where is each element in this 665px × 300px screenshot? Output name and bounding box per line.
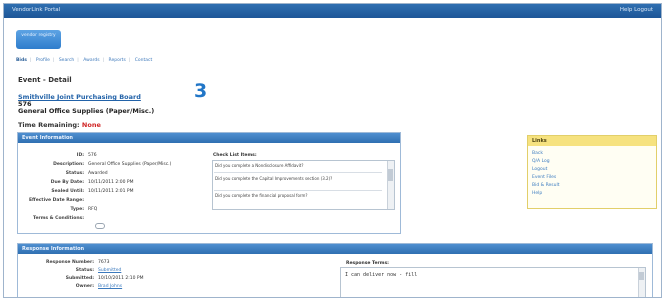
response-label-number: Response Number: <box>46 260 94 265</box>
nav-links: Bids | Profile | Search | Awards | Reports | … <box>16 58 153 63</box>
response-label-owner: Owner: <box>75 284 94 289</box>
time-remaining-label: Time Remaining: <box>18 121 80 129</box>
link-event-files[interactable]: Event Files <box>532 175 556 180</box>
link-qa-log[interactable]: Q/A Log <box>532 159 550 164</box>
agency-link[interactable]: Smithville Joint Purchasing Board <box>18 93 141 101</box>
field-label-terms: Terms & Conditions: <box>33 216 84 221</box>
response-terms-scrollbar[interactable] <box>638 268 645 297</box>
nav-link-search[interactable]: Search <box>59 58 74 63</box>
field-value-type: RFQ <box>88 207 98 212</box>
checklist-title: Check List Items: <box>213 153 257 158</box>
response-value-status[interactable]: Submitted <box>98 268 121 273</box>
vendor-registry-button[interactable]: vendor registry <box>16 30 61 49</box>
field-label-id: ID: <box>76 153 84 158</box>
response-value-owner[interactable]: Brad Johns <box>98 284 122 289</box>
link-bid-result[interactable]: Bid & Result <box>532 183 559 188</box>
response-information-header: Response Information <box>18 244 652 254</box>
event-name: General Office Supplies (Paper/Misc.) <box>18 107 155 115</box>
checklist-box[interactable]: Did you complete a Nondisclosure Affidav… <box>212 160 395 210</box>
checklist-scrollbar[interactable] <box>387 161 394 209</box>
response-label-submitted: Submitted: <box>65 276 94 281</box>
time-remaining: Time Remaining: None <box>18 121 101 129</box>
nav-link-reports[interactable]: Reports <box>109 58 126 63</box>
field-value-status: Awarded <box>88 171 108 176</box>
field-label-sealed-until: Sealed Until: <box>51 189 84 194</box>
field-label-status: Status: <box>65 171 84 176</box>
field-label-type: Type: <box>70 207 84 212</box>
link-help[interactable]: Help <box>532 191 542 196</box>
response-terms-text: I can deliver now - fill <box>345 272 418 278</box>
title-bar: VendorLink Portal Help Logout <box>4 4 661 18</box>
field-label-due-date: Due By Date: <box>50 180 84 185</box>
nav-link-contact[interactable]: Contact <box>135 58 153 63</box>
page-title: Event - Detail <box>18 76 72 84</box>
field-value-due-date: 10/11/2011 2:00 PM <box>88 180 134 185</box>
links-header: Links <box>528 136 656 146</box>
response-terms-textarea[interactable]: I can deliver now - fill <box>340 267 646 297</box>
nav-link-profile[interactable]: Profile <box>36 58 50 63</box>
checklist-item: Did you complete a Nondisclosure Affidav… <box>215 163 304 168</box>
link-back[interactable]: Back <box>532 151 543 156</box>
field-label-description: Description: <box>53 162 84 167</box>
response-label-status: Status: <box>75 268 94 273</box>
response-terms-title: Response Terms: <box>346 261 389 266</box>
page-frame: VendorLink Portal Help Logout vendor reg… <box>3 3 662 298</box>
event-information-panel: Event Information ID: 576 Description: G… <box>17 132 401 234</box>
time-remaining-value: None <box>81 121 101 129</box>
link-logout[interactable]: Logout <box>532 167 547 172</box>
checklist-item: Did you complete the Capital Improvement… <box>215 176 333 181</box>
checklist-item: Did you complete the financial proposal … <box>215 193 308 198</box>
nav-link-awards[interactable]: Awards <box>83 58 99 63</box>
app-title: VendorLink Portal <box>12 7 61 13</box>
response-value-submitted: 10/10/2011 2:10 PM <box>98 276 144 281</box>
response-value-number: 7673 <box>98 260 110 265</box>
step-marker: 3 <box>194 80 208 102</box>
field-value-sealed-until: 10/11/2011 2:01 PM <box>88 189 134 194</box>
field-label-effective-dates: Effective Date Range: <box>28 198 84 203</box>
field-value-id: 576 <box>88 153 97 158</box>
event-information-header: Event Information <box>18 133 400 143</box>
nav-link-bids[interactable]: Bids <box>16 58 27 63</box>
response-information-panel: Response Information Response Number: 76… <box>17 243 653 297</box>
links-panel: Links Back Q/A Log Logout Event Files Bi… <box>527 135 657 209</box>
header-links[interactable]: Help Logout <box>620 7 653 13</box>
attachment-icon[interactable] <box>95 223 105 229</box>
field-value-description: General Office Supplies (Paper/Misc.) <box>88 162 172 167</box>
